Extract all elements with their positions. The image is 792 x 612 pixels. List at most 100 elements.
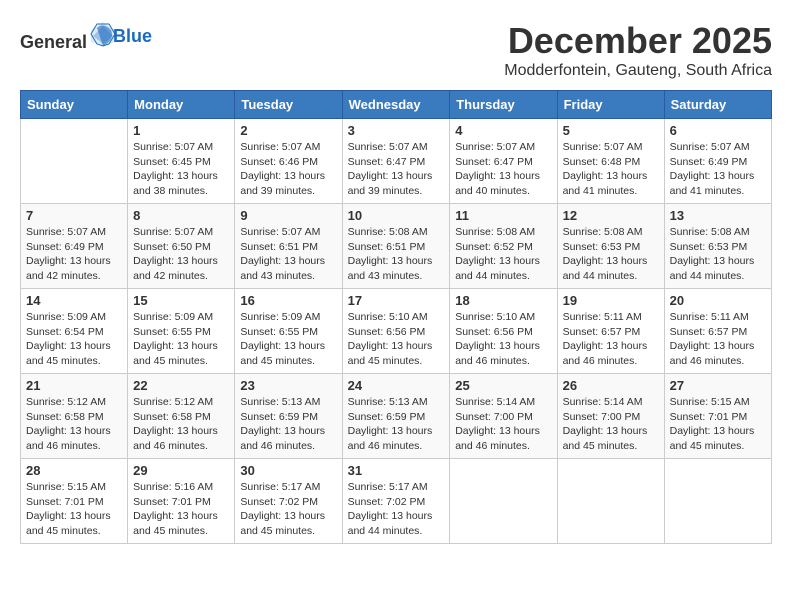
day-number: 24: [348, 378, 445, 393]
calendar-cell: 24Sunrise: 5:13 AM Sunset: 6:59 PM Dayli…: [342, 374, 450, 459]
page-header: General Blue December 2025 Modderfontein…: [20, 20, 772, 80]
day-info: Sunrise: 5:15 AM Sunset: 7:01 PM Dayligh…: [670, 395, 766, 454]
calendar-cell: 3 Sunrise: 5:07 AM Sunset: 6:47 PM Daylig…: [342, 119, 450, 204]
day-number: 23: [240, 378, 336, 393]
day-number: 4: [455, 123, 551, 138]
day-number: 10: [348, 208, 445, 223]
day-number: 14: [26, 293, 122, 308]
day-info: Sunrise: 5:07 AM Sunset: 6:51 PM Dayligh…: [240, 225, 336, 284]
day-number: 21: [26, 378, 122, 393]
day-info: Sunrise: 5:09 AM Sunset: 6:54 PM Dayligh…: [26, 310, 122, 369]
day-info: Sunrise: 5:07 AM Sunset: 6:50 PM Dayligh…: [133, 225, 229, 284]
day-header-tuesday: Tuesday: [235, 91, 342, 119]
day-info: Sunrise: 5:08 AM Sunset: 6:52 PM Dayligh…: [455, 225, 551, 284]
day-info: Sunrise: 5:07 AM Sunset: 6:47 PM Dayligh…: [455, 140, 551, 199]
day-number: 16: [240, 293, 336, 308]
day-number: 17: [348, 293, 445, 308]
day-header-friday: Friday: [557, 91, 664, 119]
calendar-cell: 19Sunrise: 5:11 AM Sunset: 6:57 PM Dayli…: [557, 289, 664, 374]
calendar-cell: 2Sunrise: 5:07 AM Sunset: 6:46 PM Daylig…: [235, 119, 342, 204]
calendar-cell: [664, 459, 771, 544]
location-title: Modderfontein, Gauteng, South Africa: [504, 62, 772, 80]
calendar-cell: [557, 459, 664, 544]
day-number: 18: [455, 293, 551, 308]
calendar-cell: 5Sunrise: 5:07 AM Sunset: 6:48 PM Daylig…: [557, 119, 664, 204]
day-number: 25: [455, 378, 551, 393]
calendar-header-row: SundayMondayTuesdayWednesdayThursdayFrid…: [21, 91, 772, 119]
week-row-2: 7 Sunrise: 5:07 AM Sunset: 6:49 PM Daylig…: [21, 204, 772, 289]
day-info: Sunrise: 5:08 AM Sunset: 6:53 PM Dayligh…: [670, 225, 766, 284]
day-info: Sunrise: 5:12 AM Sunset: 6:58 PM Dayligh…: [26, 395, 122, 454]
calendar-cell: 9 Sunrise: 5:07 AM Sunset: 6:51 PM Daylig…: [235, 204, 342, 289]
calendar-cell: 20 Sunrise: 5:11 AM Sunset: 6:57 PM Dayli…: [664, 289, 771, 374]
day-number: 7: [26, 208, 122, 223]
day-number: 20: [670, 293, 766, 308]
week-row-5: 28Sunrise: 5:15 AM Sunset: 7:01 PM Dayli…: [21, 459, 772, 544]
calendar-cell: 29 Sunrise: 5:16 AM Sunset: 7:01 PM Dayli…: [128, 459, 235, 544]
calendar-body: 1Sunrise: 5:07 AM Sunset: 6:45 PM Daylig…: [21, 119, 772, 544]
day-info: Sunrise: 5:16 AM Sunset: 7:01 PM Dayligh…: [133, 480, 229, 539]
logo-general-text: General: [20, 20, 117, 53]
day-number: 15: [133, 293, 229, 308]
day-info: Sunrise: 5:09 AM Sunset: 6:55 PM Dayligh…: [240, 310, 336, 369]
day-info: Sunrise: 5:07 AM Sunset: 6:49 PM Dayligh…: [26, 225, 122, 284]
calendar-cell: 23 Sunrise: 5:13 AM Sunset: 6:59 PM Dayli…: [235, 374, 342, 459]
calendar-cell: 18Sunrise: 5:10 AM Sunset: 6:56 PM Dayli…: [450, 289, 557, 374]
day-header-monday: Monday: [128, 91, 235, 119]
day-info: Sunrise: 5:08 AM Sunset: 6:53 PM Dayligh…: [563, 225, 659, 284]
day-info: Sunrise: 5:11 AM Sunset: 6:57 PM Dayligh…: [563, 310, 659, 369]
day-header-thursday: Thursday: [450, 91, 557, 119]
day-info: Sunrise: 5:07 AM Sunset: 6:47 PM Dayligh…: [348, 140, 445, 199]
calendar-cell: 30Sunrise: 5:17 AM Sunset: 7:02 PM Dayli…: [235, 459, 342, 544]
day-number: 8: [133, 208, 229, 223]
calendar-cell: 12 Sunrise: 5:08 AM Sunset: 6:53 PM Dayli…: [557, 204, 664, 289]
day-number: 22: [133, 378, 229, 393]
calendar-cell: [21, 119, 128, 204]
day-number: 31: [348, 463, 445, 478]
day-header-wednesday: Wednesday: [342, 91, 450, 119]
day-info: Sunrise: 5:13 AM Sunset: 6:59 PM Dayligh…: [240, 395, 336, 454]
day-info: Sunrise: 5:11 AM Sunset: 6:57 PM Dayligh…: [670, 310, 766, 369]
day-number: 13: [670, 208, 766, 223]
day-info: Sunrise: 5:08 AM Sunset: 6:51 PM Dayligh…: [348, 225, 445, 284]
day-info: Sunrise: 5:12 AM Sunset: 6:58 PM Dayligh…: [133, 395, 229, 454]
day-info: Sunrise: 5:17 AM Sunset: 7:02 PM Dayligh…: [240, 480, 336, 539]
calendar-cell: 27Sunrise: 5:15 AM Sunset: 7:01 PM Dayli…: [664, 374, 771, 459]
day-number: 12: [563, 208, 659, 223]
calendar-cell: 11 Sunrise: 5:08 AM Sunset: 6:52 PM Dayli…: [450, 204, 557, 289]
calendar-cell: 14 Sunrise: 5:09 AM Sunset: 6:54 PM Dayli…: [21, 289, 128, 374]
day-info: Sunrise: 5:07 AM Sunset: 6:46 PM Dayligh…: [240, 140, 336, 199]
calendar-cell: 17 Sunrise: 5:10 AM Sunset: 6:56 PM Dayli…: [342, 289, 450, 374]
calendar-cell: 25Sunrise: 5:14 AM Sunset: 7:00 PM Dayli…: [450, 374, 557, 459]
day-info: Sunrise: 5:10 AM Sunset: 6:56 PM Dayligh…: [348, 310, 445, 369]
day-number: 9: [240, 208, 336, 223]
day-number: 3: [348, 123, 445, 138]
day-info: Sunrise: 5:15 AM Sunset: 7:01 PM Dayligh…: [26, 480, 122, 539]
calendar-cell: [450, 459, 557, 544]
title-block: December 2025 Modderfontein, Gauteng, So…: [504, 20, 772, 80]
day-number: 11: [455, 208, 551, 223]
calendar-cell: 22 Sunrise: 5:12 AM Sunset: 6:58 PM Dayli…: [128, 374, 235, 459]
day-info: Sunrise: 5:07 AM Sunset: 6:45 PM Dayligh…: [133, 140, 229, 199]
day-info: Sunrise: 5:14 AM Sunset: 7:00 PM Dayligh…: [563, 395, 659, 454]
calendar-cell: 4 Sunrise: 5:07 AM Sunset: 6:47 PM Daylig…: [450, 119, 557, 204]
calendar-table: SundayMondayTuesdayWednesdayThursdayFrid…: [20, 90, 772, 544]
week-row-3: 14 Sunrise: 5:09 AM Sunset: 6:54 PM Dayli…: [21, 289, 772, 374]
calendar-cell: 16 Sunrise: 5:09 AM Sunset: 6:55 PM Dayli…: [235, 289, 342, 374]
day-number: 29: [133, 463, 229, 478]
day-info: Sunrise: 5:17 AM Sunset: 7:02 PM Dayligh…: [348, 480, 445, 539]
calendar-cell: 10 Sunrise: 5:08 AM Sunset: 6:51 PM Dayli…: [342, 204, 450, 289]
logo: General Blue: [20, 20, 152, 53]
calendar-cell: 13 Sunrise: 5:08 AM Sunset: 6:53 PM Dayli…: [664, 204, 771, 289]
day-info: Sunrise: 5:09 AM Sunset: 6:55 PM Dayligh…: [133, 310, 229, 369]
calendar-cell: 21 Sunrise: 5:12 AM Sunset: 6:58 PM Dayli…: [21, 374, 128, 459]
day-number: 5: [563, 123, 659, 138]
day-header-saturday: Saturday: [664, 91, 771, 119]
calendar-cell: 31 Sunrise: 5:17 AM Sunset: 7:02 PM Dayli…: [342, 459, 450, 544]
calendar-cell: 1Sunrise: 5:07 AM Sunset: 6:45 PM Daylig…: [128, 119, 235, 204]
day-number: 26: [563, 378, 659, 393]
calendar-cell: 15 Sunrise: 5:09 AM Sunset: 6:55 PM Dayli…: [128, 289, 235, 374]
logo-blue-text: Blue: [113, 26, 152, 47]
day-number: 6: [670, 123, 766, 138]
calendar-cell: 6Sunrise: 5:07 AM Sunset: 6:49 PM Daylig…: [664, 119, 771, 204]
